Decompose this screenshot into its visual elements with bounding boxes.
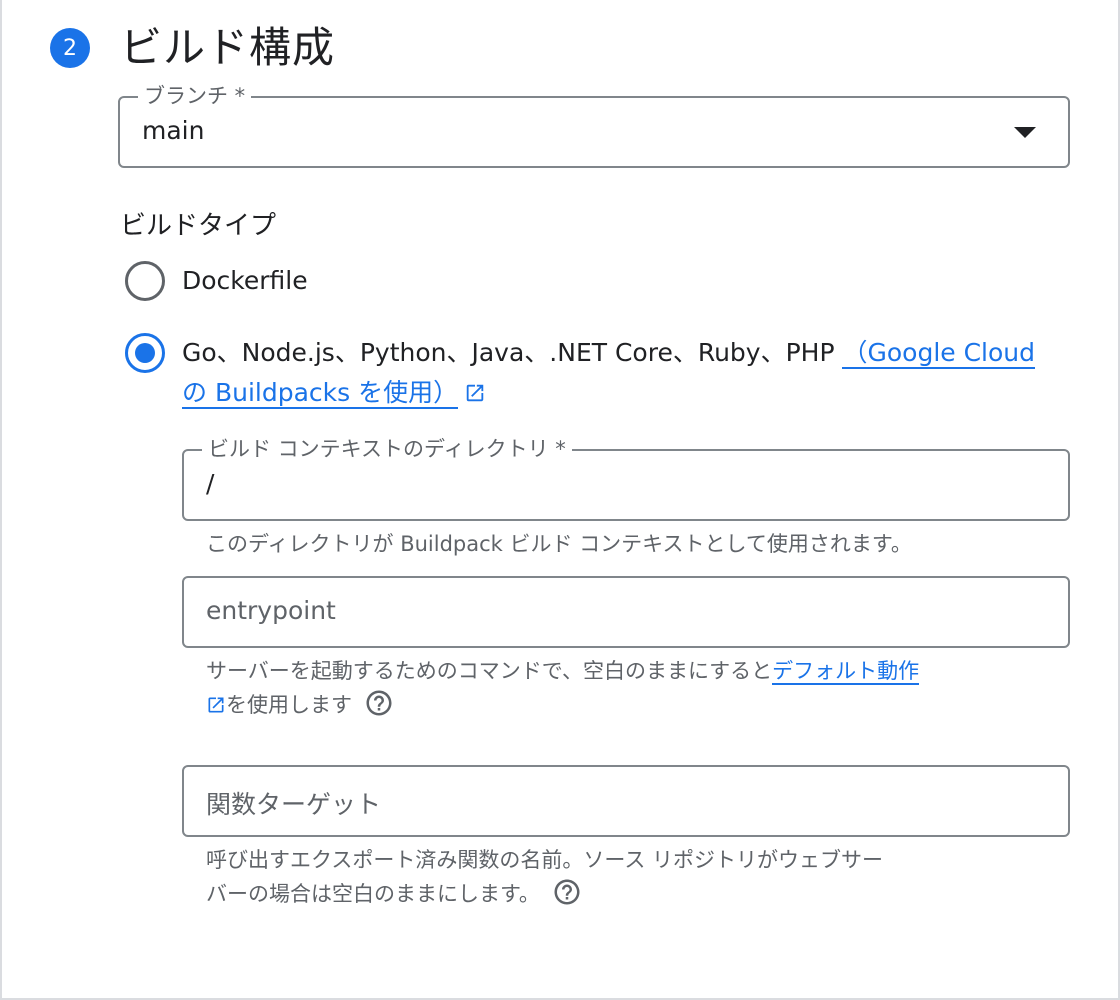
context-dir-helper: このディレクトリが Buildpack ビルド コンテキストとして使用されます。 — [206, 532, 912, 556]
help-circle-icon[interactable] — [364, 688, 394, 718]
buildpacks-link[interactable]: （Google Cloud — [842, 338, 1036, 369]
open-in-new-icon[interactable] — [464, 382, 486, 404]
radio-buildpacks[interactable] — [125, 333, 165, 373]
function-target-field[interactable]: 関数ターゲット — [182, 765, 1070, 837]
entrypoint-helper: サーバーを起動するためのコマンドで、空白のままにするとデフォルト動作 を使用しま… — [206, 659, 920, 718]
entrypoint-placeholder: entrypoint — [206, 596, 336, 625]
entrypoint-field[interactable]: entrypoint — [182, 576, 1070, 648]
buildpacks-languages: Go、Node.js、Python、Java、.NET Core、Ruby、PH… — [182, 338, 843, 367]
context-dir-field[interactable]: ビルド コンテキストのディレクトリ * / — [182, 434, 1070, 521]
radio-dockerfile-label[interactable]: Dockerfile — [182, 261, 308, 301]
build-type-label: ビルドタイプ — [120, 211, 277, 241]
step-number: 2 — [63, 35, 77, 61]
branch-select[interactable]: ブランチ * main — [118, 81, 1070, 168]
branch-select-label: ブランチ * — [138, 81, 252, 111]
branch-select-value: main — [142, 116, 205, 145]
default-behavior-link[interactable]: デフォルト動作 — [772, 659, 920, 685]
function-target-placeholder: 関数ターゲット — [206, 790, 382, 819]
radio-dockerfile[interactable] — [125, 261, 165, 301]
step-title: ビルド構成 — [120, 23, 336, 72]
radio-buildpacks-label[interactable]: Go、Node.js、Python、Java、.NET Core、Ruby、PH… — [182, 333, 1082, 413]
help-circle-icon[interactable] — [552, 877, 582, 907]
dropdown-arrow-icon — [1014, 127, 1036, 138]
context-dir-label: ビルド コンテキストのディレクトリ * — [202, 434, 572, 464]
open-in-new-icon[interactable] — [206, 695, 226, 715]
context-dir-value: / — [206, 469, 215, 498]
step-number-badge: 2 — [50, 28, 90, 68]
radio-selected-dot — [135, 343, 155, 363]
buildpacks-link-cont[interactable]: の Buildpacks を使用） — [182, 378, 459, 409]
function-target-helper: 呼び出すエクスポート済み関数の名前。ソース リポジトリがウェブサー バーの場合は… — [206, 848, 883, 907]
